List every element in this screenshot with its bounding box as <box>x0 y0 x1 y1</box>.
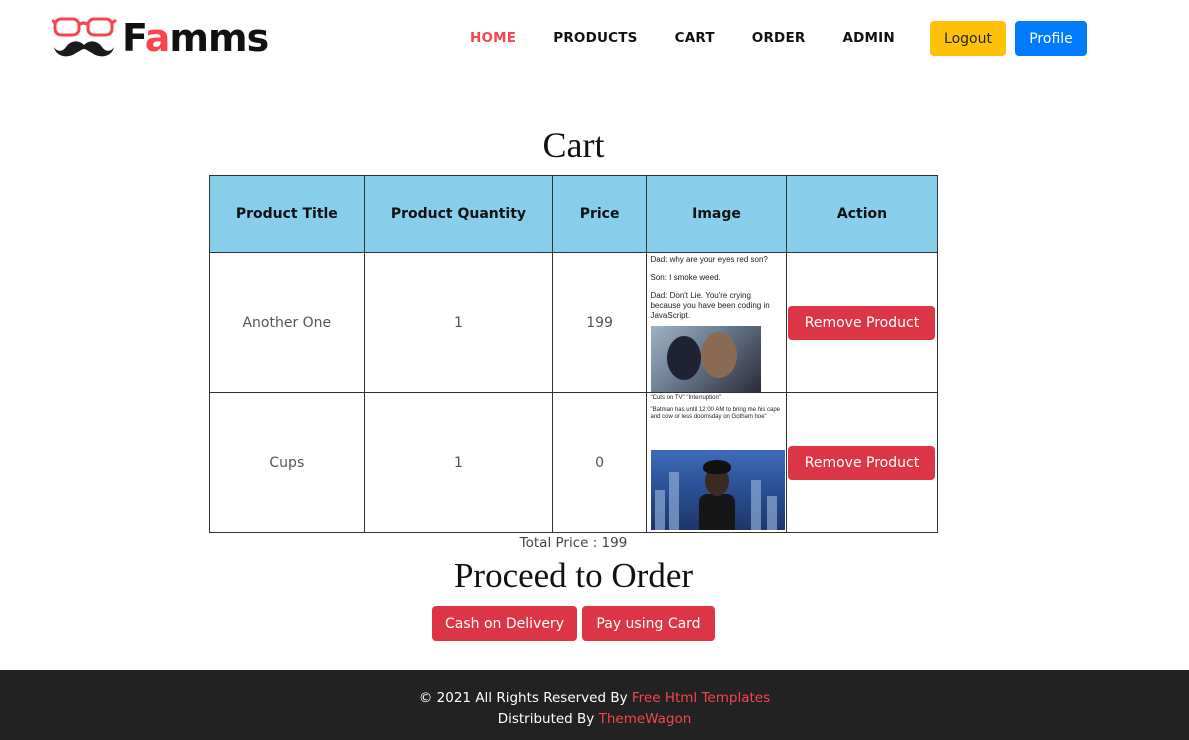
remove-product-button[interactable]: Remove Product <box>788 445 936 480</box>
main-nav: HOME PRODUCTS CART ORDER ADMIN <box>470 20 932 56</box>
column-header-image: Image <box>646 175 787 253</box>
nav-cart[interactable]: CART <box>675 30 715 46</box>
product-image-cell: Dad: why are your eyes red son? Son: I s… <box>646 252 787 393</box>
product-image: Dad: why are your eyes red son? Son: I s… <box>647 253 786 392</box>
product-image: "Cuts on TV" "Interruption" "Batman has … <box>647 393 786 532</box>
column-header-quantity: Product Quantity <box>363 175 554 253</box>
action-cell: Remove Product <box>785 252 939 393</box>
nav-order[interactable]: ORDER <box>752 30 806 46</box>
themewagon-link[interactable]: ThemeWagon <box>599 711 692 727</box>
brand-logo[interactable]: Famms <box>52 14 269 62</box>
column-header-price: Price <box>552 175 647 253</box>
product-image-cell: "Cuts on TV" "Interruption" "Batman has … <box>646 392 787 533</box>
remove-product-button[interactable]: Remove Product <box>788 305 936 340</box>
action-cell: Remove Product <box>785 392 939 533</box>
nav-admin[interactable]: ADMIN <box>842 30 894 46</box>
product-quantity: 1 <box>363 392 554 533</box>
cart-title: Cart <box>542 125 605 165</box>
product-title: Another One <box>209 252 365 393</box>
free-html-templates-link[interactable]: Free Html Templates <box>632 690 770 706</box>
copyright-line: © 2021 All Rights Reserved By Free Html … <box>418 690 771 706</box>
product-price: 0 <box>552 392 647 533</box>
meme-photo <box>651 449 786 530</box>
product-title: Cups <box>209 392 365 533</box>
table-row: Another One 1 199 Dad: why are your eyes… <box>209 252 939 393</box>
meme-photo <box>651 325 762 392</box>
site-header: Famms HOME PRODUCTS CART ORDER ADMIN Log… <box>0 0 1189 80</box>
proceed-to-order-heading: Proceed to Order <box>453 556 694 595</box>
meme-caption: Dad: why are your eyes red son? Son: I s… <box>650 254 770 320</box>
total-price: Total Price : 199 <box>519 535 628 551</box>
nav-products[interactable]: PRODUCTS <box>553 30 637 46</box>
brand-name: Famms <box>122 16 269 60</box>
site-footer: © 2021 All Rights Reserved By Free Html … <box>0 670 1189 740</box>
cart-table-header: Product Title Product Quantity Price Ima… <box>209 175 939 253</box>
column-header-action: Action <box>785 175 939 253</box>
cash-on-delivery-button[interactable]: Cash on Delivery <box>432 606 577 641</box>
table-row: Cups 1 0 "Cuts on TV" "Interruption" "Ba… <box>209 392 939 533</box>
column-header-title: Product Title <box>209 175 365 253</box>
cart-table: Product Title Product Quantity Price Ima… <box>209 175 939 533</box>
profile-button[interactable]: Profile <box>1015 21 1087 56</box>
meme-caption: "Cuts on TV" "Interruption" "Batman has … <box>650 394 781 420</box>
distributed-by-line: Distributed By ThemeWagon <box>497 711 692 727</box>
nav-home[interactable]: HOME <box>470 30 516 46</box>
product-quantity: 1 <box>363 252 554 393</box>
logout-button[interactable]: Logout <box>930 21 1006 56</box>
pay-using-card-button[interactable]: Pay using Card <box>582 606 715 641</box>
glasses-mustache-icon <box>52 17 117 57</box>
product-price: 199 <box>552 252 647 393</box>
